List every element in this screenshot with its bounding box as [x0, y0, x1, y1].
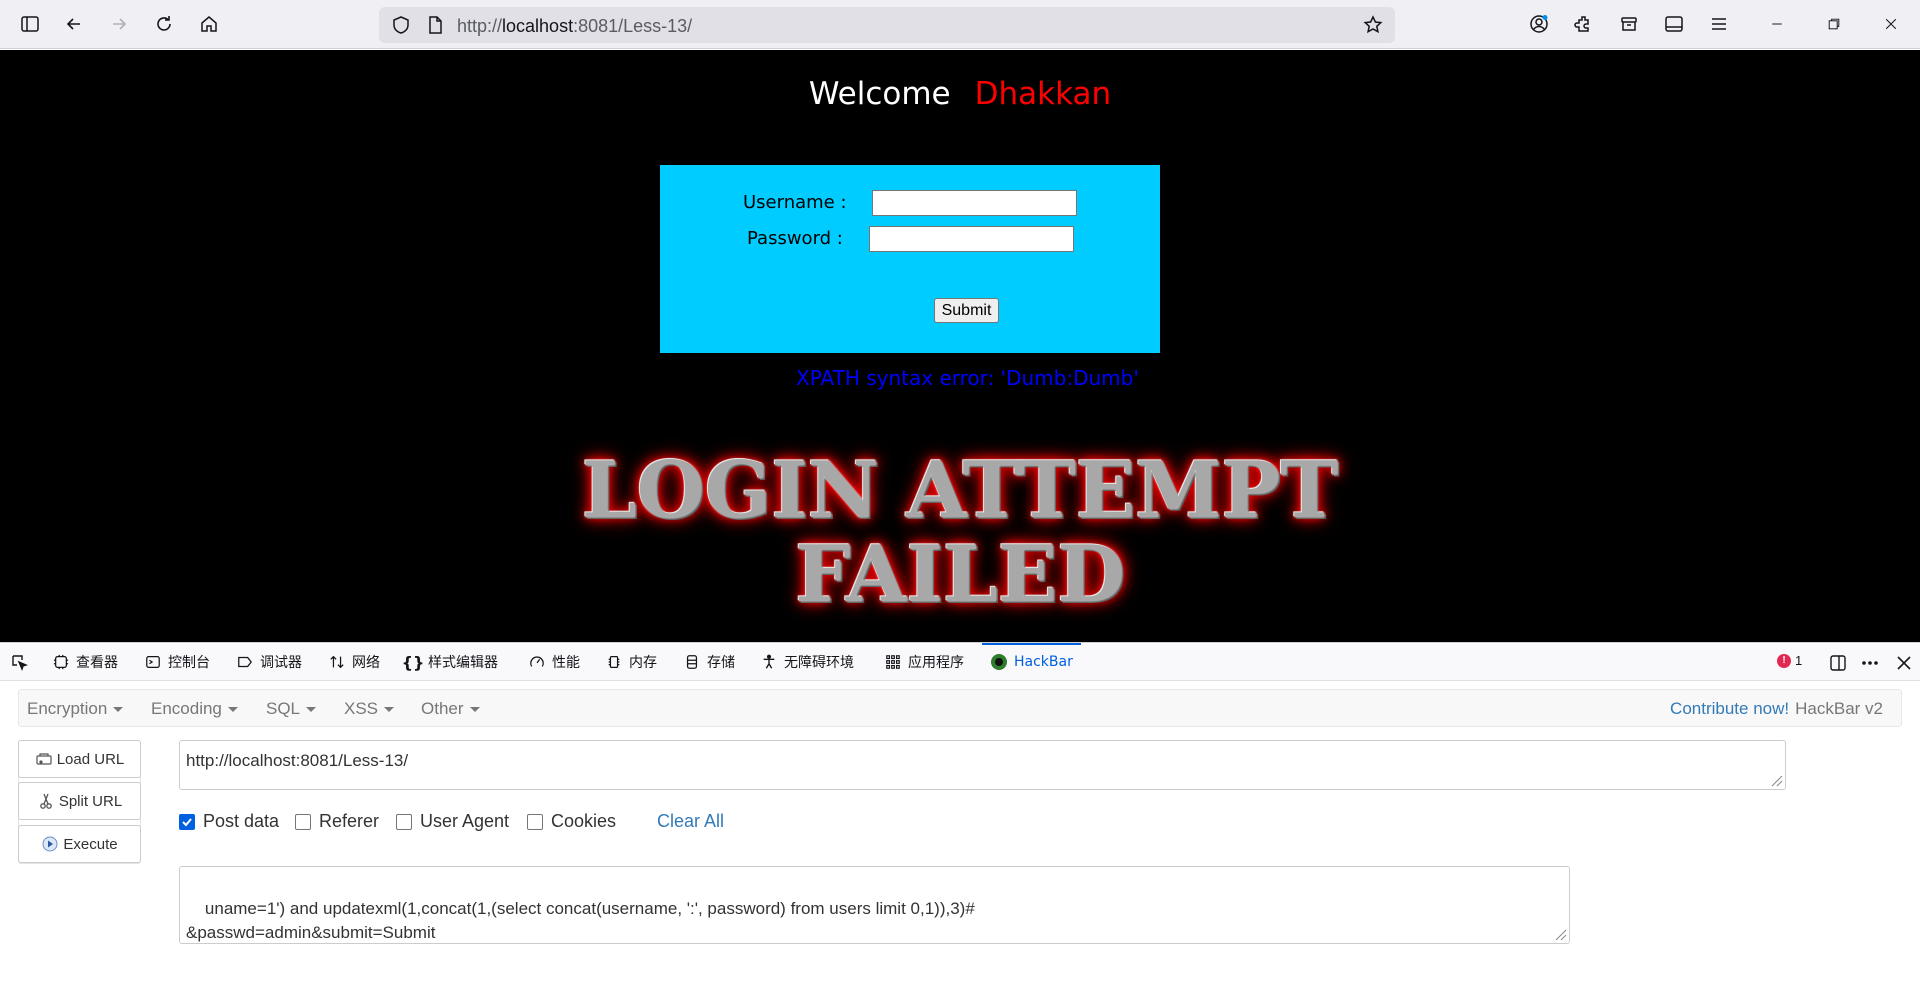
- hackbar-branding: Contribute now! HackBar v2: [1670, 699, 1883, 719]
- tab-network[interactable]: 网络: [328, 643, 380, 681]
- play-icon: [41, 835, 59, 853]
- hackbar-version: HackBar v2: [1795, 699, 1883, 718]
- tab-debugger[interactable]: 调试器: [236, 643, 302, 681]
- contribute-link[interactable]: Contribute now!: [1670, 699, 1789, 718]
- account-icon[interactable]: [1527, 12, 1551, 36]
- cookies-checkbox[interactable]: Cookies: [527, 811, 616, 832]
- hackbar-menu: Encryption Encoding SQL XSS Other Contri…: [18, 689, 1902, 727]
- performance-icon: [528, 653, 546, 671]
- dock-side-icon[interactable]: [1826, 651, 1850, 675]
- error-icon: !: [1777, 653, 1791, 668]
- checkbox-icon: [527, 813, 543, 830]
- pocket-icon[interactable]: [1617, 12, 1641, 36]
- devtools-tabbar: 查看器 控制台 调试器 网络 {} 样式编辑器 性能 内存 存储 无障碍环境 应…: [0, 643, 1920, 681]
- checkbox-icon: [295, 813, 311, 830]
- bookmark-star-icon[interactable]: [1361, 13, 1385, 37]
- login-failed-line2: FAILED: [795, 529, 1125, 620]
- password-input[interactable]: [869, 226, 1074, 252]
- clear-all-link[interactable]: Clear All: [657, 811, 724, 832]
- welcome-heading: Welcome Dhakkan: [0, 76, 1920, 112]
- scissors-icon: [37, 792, 55, 810]
- menu-encoding[interactable]: Encoding: [151, 699, 238, 719]
- menu-sql[interactable]: SQL: [266, 699, 317, 719]
- tab-accessibility[interactable]: 无障碍环境: [760, 643, 854, 681]
- split-url-button[interactable]: Split URL: [18, 782, 141, 820]
- storage-icon: [683, 653, 701, 671]
- memory-icon: [605, 653, 623, 671]
- element-picker-icon[interactable]: [10, 643, 34, 681]
- error-message: XPATH syntax error: 'Dumb:Dumb': [796, 366, 1139, 390]
- hackbar-url-textarea[interactable]: http://localhost:8081/Less-13/: [179, 740, 1786, 790]
- login-failed-banner: LOGIN ATTEMPT FAILED: [555, 445, 1365, 625]
- login-form: Username : Password : Submit: [660, 165, 1160, 353]
- more-options-icon[interactable]: [1858, 651, 1882, 675]
- style-editor-icon: {}: [401, 652, 425, 672]
- reload-icon[interactable]: [152, 12, 176, 36]
- submit-button[interactable]: Submit: [934, 298, 999, 323]
- application-icon: [884, 653, 902, 671]
- welcome-text: Welcome: [808, 76, 951, 112]
- hackbar-icon: [990, 653, 1008, 671]
- sidebar-toggle-icon[interactable]: [18, 12, 42, 36]
- page-info-icon[interactable]: [423, 13, 447, 37]
- back-icon[interactable]: [62, 12, 86, 36]
- devtools-panel: 查看器 控制台 调试器 网络 {} 样式编辑器 性能 内存 存储 无障碍环境 应…: [0, 642, 1920, 953]
- tab-inspector[interactable]: 查看器: [52, 643, 118, 681]
- load-url-icon: [35, 750, 53, 768]
- extensions-icon[interactable]: [1572, 12, 1596, 36]
- username-label: Username :: [743, 192, 847, 213]
- post-data-checkbox[interactable]: Post data: [179, 811, 279, 832]
- login-failed-line1: LOGIN ATTEMPT: [581, 445, 1339, 536]
- address-bar[interactable]: http://localhost:8081/Less-13/: [379, 7, 1395, 43]
- load-url-button[interactable]: Load URL: [18, 740, 141, 778]
- tab-console[interactable]: 控制台: [144, 643, 210, 681]
- accessibility-icon: [760, 653, 778, 671]
- web-page: Welcome Dhakkan Username : Password : Sub…: [0, 50, 1920, 642]
- password-label: Password :: [747, 228, 843, 249]
- menu-encryption[interactable]: Encryption: [27, 699, 124, 719]
- minimize-icon[interactable]: [1765, 12, 1789, 36]
- tab-style-editor[interactable]: {} 样式编辑器: [401, 643, 498, 681]
- post-data-textarea[interactable]: uname=1') and updatexml(1,concat(1,(sele…: [179, 866, 1570, 944]
- tab-application[interactable]: 应用程序: [884, 643, 964, 681]
- error-count-badge[interactable]: ! 1: [1777, 653, 1802, 668]
- menu-hamburger-icon[interactable]: [1707, 12, 1731, 36]
- menu-other[interactable]: Other: [421, 699, 480, 719]
- home-icon[interactable]: [197, 12, 221, 36]
- resize-grip-icon[interactable]: [1769, 773, 1783, 787]
- tracking-protection-shield-icon[interactable]: [389, 13, 413, 37]
- inspector-icon: [52, 653, 70, 671]
- url-text[interactable]: http://localhost:8081/Less-13/: [457, 16, 692, 37]
- resize-grip-icon[interactable]: [1553, 927, 1567, 941]
- tab-performance[interactable]: 性能: [528, 643, 580, 681]
- referer-checkbox[interactable]: Referer: [295, 811, 379, 832]
- close-devtools-icon[interactable]: [1892, 651, 1916, 675]
- console-icon: [144, 653, 162, 671]
- debugger-icon: [236, 653, 254, 671]
- user-agent-checkbox[interactable]: User Agent: [396, 811, 509, 832]
- network-icon: [328, 653, 346, 671]
- execute-button[interactable]: Execute: [18, 825, 141, 863]
- welcome-name: Dhakkan: [974, 76, 1112, 112]
- checkbox-icon: [396, 813, 412, 830]
- tab-memory[interactable]: 内存: [605, 643, 657, 681]
- close-window-icon[interactable]: [1879, 12, 1903, 36]
- username-input[interactable]: [872, 190, 1077, 216]
- tab-hackbar[interactable]: HackBar: [982, 643, 1081, 681]
- sidebar-icon[interactable]: [1662, 12, 1686, 36]
- tab-storage[interactable]: 存储: [683, 643, 735, 681]
- menu-xss[interactable]: XSS: [344, 699, 395, 719]
- checkbox-checked-icon: [179, 813, 195, 830]
- forward-icon[interactable]: [107, 12, 131, 36]
- restore-icon[interactable]: [1822, 12, 1846, 36]
- browser-toolbar: http://localhost:8081/Less-13/: [0, 0, 1920, 49]
